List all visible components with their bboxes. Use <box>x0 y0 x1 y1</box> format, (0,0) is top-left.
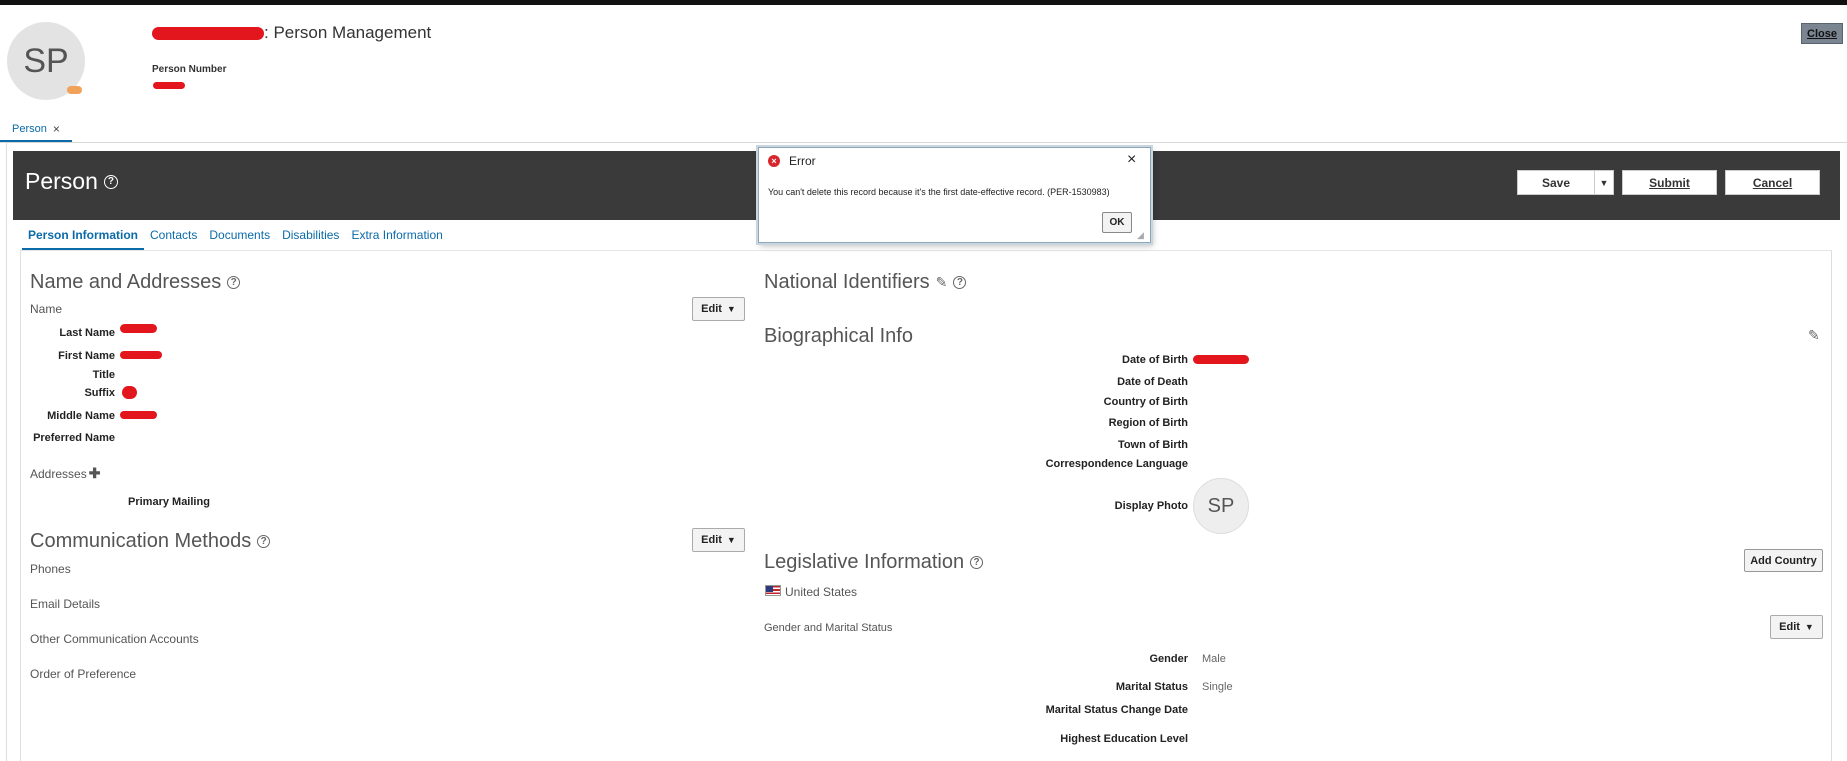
title-label: Title <box>92 369 115 381</box>
close-tab-icon[interactable]: × <box>53 122 60 136</box>
pencil-icon[interactable]: ✎ <box>936 274 948 291</box>
redacted-middle-name <box>120 411 157 419</box>
other-communication-label: Other Communication Accounts <box>30 632 199 646</box>
biographical-info-title: Biographical Info <box>764 325 913 347</box>
order-of-preference-label: Order of Preference <box>30 667 137 681</box>
chevron-down-icon: ▼ <box>1804 622 1814 632</box>
communication-methods-title: Communication Methods ? <box>30 530 271 553</box>
edit-label: Edit <box>1779 621 1800 633</box>
last-name-label: Last Name <box>59 327 115 339</box>
middle-name-label: Middle Name <box>47 410 115 422</box>
help-icon[interactable]: ? <box>953 276 967 289</box>
legislative-information-title-text: Legislative Information <box>764 551 965 573</box>
help-icon[interactable]: ? <box>257 535 271 548</box>
avatar-status-badge <box>67 86 82 94</box>
error-icon: × <box>768 155 780 167</box>
chevron-down-icon: ▼ <box>726 535 736 545</box>
tab-documents[interactable]: Documents <box>203 228 276 250</box>
resize-grip-icon[interactable]: ◢ <box>1137 230 1144 241</box>
name-addresses-title: Name and Addresses ? <box>30 271 241 294</box>
tab-extra-information[interactable]: Extra Information <box>345 228 448 250</box>
page-title: Person ? <box>25 168 118 195</box>
redacted-suffix <box>122 386 137 399</box>
us-flag-icon <box>765 585 781 596</box>
email-details-label: Email Details <box>30 597 101 611</box>
first-name-label: First Name <box>58 350 115 362</box>
save-options-dropdown[interactable]: ▼ <box>1594 170 1614 195</box>
redacted-date-of-birth <box>1193 355 1249 364</box>
chevron-down-icon: ▼ <box>1599 177 1609 188</box>
redacted-person-number <box>153 82 185 89</box>
edit-label: Edit <box>701 303 722 315</box>
gender-label: Gender <box>1149 653 1188 665</box>
correspondence-language-label: Correspondence Language <box>1045 458 1188 470</box>
edit-gender-marital-button[interactable]: Edit ▼ <box>1770 615 1823 639</box>
addresses-label: Addresses ✚ <box>30 465 100 482</box>
tab-contacts[interactable]: Contacts <box>144 228 203 250</box>
person-number-label: Person Number <box>152 64 227 75</box>
phones-label: Phones <box>30 562 71 576</box>
redacted-last-name <box>120 324 157 333</box>
legislative-information-title: Legislative Information ? <box>764 551 984 574</box>
national-identifiers-title-text: National Identifiers <box>764 271 930 293</box>
gender-marital-status-label: Gender and Marital Status <box>764 622 893 634</box>
sub-tabs: Person Information Contacts Documents Di… <box>22 228 449 250</box>
town-of-birth-label: Town of Birth <box>1117 439 1188 451</box>
edit-name-button[interactable]: Edit ▼ <box>692 297 745 321</box>
submit-button[interactable]: Submit <box>1622 170 1717 195</box>
help-icon[interactable]: ? <box>103 174 118 189</box>
country-name: United States <box>785 585 858 599</box>
add-icon[interactable]: ✚ <box>89 465 101 482</box>
tab-person-label: Person <box>12 123 47 135</box>
help-icon[interactable]: ? <box>227 276 241 289</box>
edit-label: Edit <box>701 534 722 546</box>
tab-person-information[interactable]: Person Information <box>22 228 145 250</box>
error-message: You can't delete this record because it'… <box>768 187 1110 197</box>
name-label: Name <box>30 302 63 316</box>
tab-person[interactable]: Person × <box>0 118 72 142</box>
communication-methods-title-text: Communication Methods <box>30 530 252 552</box>
content-panel <box>20 250 1832 761</box>
date-of-death-label: Date of Death <box>1117 376 1188 388</box>
add-country-button[interactable]: Add Country <box>1744 549 1823 572</box>
primary-mailing-label: Primary Mailing <box>128 496 210 508</box>
edit-communication-button[interactable]: Edit ▼ <box>692 528 745 552</box>
highest-education-level-label: Highest Education Level <box>1060 733 1188 745</box>
chevron-down-icon: ▼ <box>726 304 736 314</box>
header-title-text: : Person Management <box>264 23 432 42</box>
marital-status-value: Single <box>1202 681 1233 693</box>
save-button[interactable]: Save <box>1517 170 1595 195</box>
page-title-text: Person <box>25 168 98 194</box>
cancel-button[interactable]: Cancel <box>1725 170 1820 195</box>
redacted-name <box>152 27 264 41</box>
marital-status-label: Marital Status <box>1115 681 1188 693</box>
national-identifiers-title: National Identifiers ✎ ? <box>764 271 967 294</box>
error-dialog: × Error × You can't delete this record b… <box>758 147 1151 243</box>
redacted-first-name <box>120 351 162 359</box>
avatar-initials: SP <box>23 41 69 80</box>
country-of-birth-label: Country of Birth <box>1103 396 1188 408</box>
dialog-title: Error <box>789 154 816 168</box>
photo-initials: SP <box>1207 494 1235 517</box>
date-of-birth-label: Date of Birth <box>1122 354 1188 366</box>
tab-disabilities[interactable]: Disabilities <box>276 228 345 250</box>
top-bar <box>0 0 1847 5</box>
addresses-label-text: Addresses <box>30 466 87 481</box>
region-of-birth-label: Region of Birth <box>1108 417 1188 429</box>
marital-status-change-date-label: Marital Status Change Date <box>1045 704 1188 716</box>
display-photo-label: Display Photo <box>1114 500 1188 512</box>
pencil-icon[interactable]: ✎ <box>1808 327 1820 344</box>
ok-button[interactable]: OK <box>1102 212 1132 233</box>
help-icon[interactable]: ? <box>970 556 984 569</box>
gender-value: Male <box>1202 653 1226 665</box>
page-header-title: : Person Management <box>152 23 431 43</box>
suffix-label: Suffix <box>84 387 115 399</box>
display-photo[interactable]: SP <box>1193 478 1249 534</box>
name-addresses-title-text: Name and Addresses <box>30 271 222 293</box>
preferred-name-label: Preferred Name <box>33 432 115 444</box>
close-button[interactable]: Close <box>1801 23 1843 44</box>
close-icon[interactable]: × <box>1127 151 1136 169</box>
